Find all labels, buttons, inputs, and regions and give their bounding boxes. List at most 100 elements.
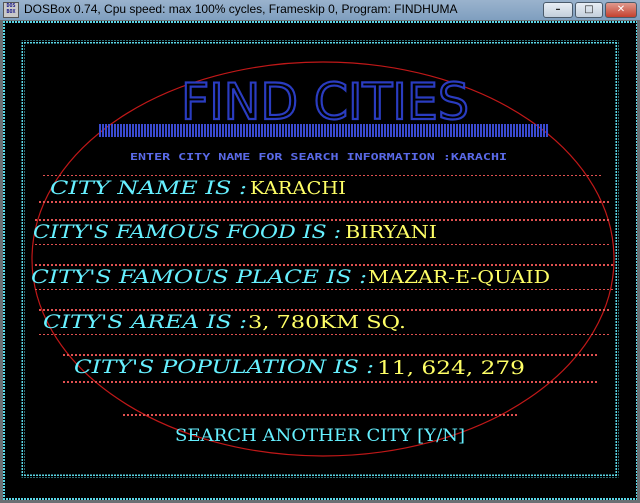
heading-bar-stripe: [126, 124, 128, 137]
heading-bar-stripe: [186, 124, 188, 137]
dos-screen[interactable]: FIND CITIES ENTER CITY NAME FOR SEARCH I…: [3, 21, 637, 500]
heading-bar-stripe: [174, 124, 176, 137]
heading-bar-stripe: [438, 124, 440, 137]
heading-bar-stripe: [240, 124, 242, 137]
heading-bar-stripe: [180, 124, 182, 137]
heading-bar-stripe: [351, 124, 353, 137]
search-again-prompt[interactable]: SEARCH ANOTHER CITY [Y/N]: [175, 426, 465, 446]
heading-bar-stripe: [399, 124, 401, 137]
heading-bar-stripe: [177, 124, 179, 137]
heading-bar-stripe: [387, 124, 389, 137]
heading-bar-stripe: [477, 124, 479, 137]
heading-bar-stripe: [219, 124, 221, 137]
heading-bar-stripe: [246, 124, 248, 137]
heading-bar-stripe: [375, 124, 377, 137]
heading-bar-stripe: [354, 124, 356, 137]
heading-bar-stripe: [231, 124, 233, 137]
heading-bar-stripe: [516, 124, 518, 137]
heading-bar-stripe: [384, 124, 386, 137]
city-name-label: CITY NAME IS :: [50, 177, 247, 199]
app-icon-text-bottom: BOX: [6, 9, 16, 15]
heading-bar-stripe: [204, 124, 206, 137]
heading-bar-stripe: [285, 124, 287, 137]
heading-bar-stripe: [108, 124, 110, 137]
heading-bar-stripe: [426, 124, 428, 137]
close-button[interactable]: ✕: [605, 2, 637, 18]
heading-bar-stripe: [495, 124, 497, 137]
heading-bar-stripe: [114, 124, 116, 137]
heading-bar-stripe: [288, 124, 290, 137]
heading-bar-stripe: [276, 124, 278, 137]
heading-bar-stripe: [111, 124, 113, 137]
heading-bar-stripe: [279, 124, 281, 137]
heading-bar-stripe: [138, 124, 140, 137]
field-row-2: CITY'S FAMOUS FOOD IS : BIRYANI: [33, 219, 611, 246]
heading-bar-stripe: [396, 124, 398, 137]
heading-bar-stripe: [306, 124, 308, 137]
heading-bar-stripe: [429, 124, 431, 137]
heading-bar-stripe: [492, 124, 494, 137]
heading-bar-stripe: [255, 124, 257, 137]
heading-bar-stripe: [159, 124, 161, 137]
heading-bar-stripe: [123, 124, 125, 137]
famous-food-label: CITY'S FAMOUS FOOD IS :: [33, 221, 341, 243]
heading-bar-stripe: [441, 124, 443, 137]
dosbox-app-icon[interactable]: DOS BOX: [3, 2, 19, 18]
heading-bar-stripe: [510, 124, 512, 137]
heading-bar-stripe: [147, 124, 149, 137]
heading-bar-stripe: [456, 124, 458, 137]
heading-bar-stripe: [468, 124, 470, 137]
heading-bar-stripe: [318, 124, 320, 137]
heading-bar-stripe: [546, 124, 548, 137]
heading-bar-stripe: [213, 124, 215, 137]
heading-bar-stripe: [360, 124, 362, 137]
heading-bar-stripe: [474, 124, 476, 137]
heading-bar-stripe: [381, 124, 383, 137]
close-icon: ✕: [616, 4, 626, 15]
heading-bar-stripe: [504, 124, 506, 137]
heading-bar-stripe: [207, 124, 209, 137]
heading-bar-stripe: [201, 124, 203, 137]
heading-bar-stripe: [369, 124, 371, 137]
heading-bar-stripe: [105, 124, 107, 137]
heading-bar-stripe: [309, 124, 311, 137]
title-bar[interactable]: DOS BOX DOSBox 0.74, Cpu speed: max 100%…: [0, 0, 640, 20]
heading-bar-stripe: [483, 124, 485, 137]
dosbox-window: DOS BOX DOSBox 0.74, Cpu speed: max 100%…: [0, 0, 640, 503]
field-row-1: CITY NAME IS : KARACHI: [39, 175, 609, 203]
heading-bar-stripe: [168, 124, 170, 137]
heading-bar-stripe: [294, 124, 296, 137]
heading-bar-stripe: [405, 124, 407, 137]
heading-bar-stripe: [348, 124, 350, 137]
heading-bar-stripe: [393, 124, 395, 137]
heading-bar-stripe: [366, 124, 368, 137]
heading-bar-stripe: [363, 124, 365, 137]
heading-bar-stripe: [450, 124, 452, 137]
heading-bar-stripe: [489, 124, 491, 137]
heading-bar-stripe: [339, 124, 341, 137]
heading-bar-stripe: [141, 124, 143, 137]
heading-bar-stripe: [129, 124, 131, 137]
minimize-button[interactable]: –: [543, 2, 573, 18]
maximize-button[interactable]: □: [575, 2, 603, 18]
heading-bar-stripe: [195, 124, 197, 137]
heading-bar-stripe: [198, 124, 200, 137]
heading-bar-stripe: [291, 124, 293, 137]
heading-bar-stripe: [222, 124, 224, 137]
heading-bar-stripe: [459, 124, 461, 137]
heading-bar-stripe: [411, 124, 413, 137]
field-row-5: CITY'S POPULATION IS : 11, 624, 279: [63, 354, 599, 383]
field-row-4: CITY'S AREA IS : 3, 780KM SQ.: [39, 309, 611, 336]
heading-bar-stripe: [330, 124, 332, 137]
heading-bar-stripe: [447, 124, 449, 137]
heading-bar-stripe: [414, 124, 416, 137]
heading-bar-stripe: [117, 124, 119, 137]
heading-bar-stripe: [165, 124, 167, 137]
heading-bar-stripe: [252, 124, 254, 137]
heading-bar-stripe: [408, 124, 410, 137]
heading-bar-stripe: [156, 124, 158, 137]
heading-bar-stripe: [99, 124, 101, 137]
heading-bar-stripe: [237, 124, 239, 137]
famous-food-value: BIRYANI: [345, 222, 437, 243]
city-area-value: 3, 780KM SQ.: [248, 312, 406, 333]
